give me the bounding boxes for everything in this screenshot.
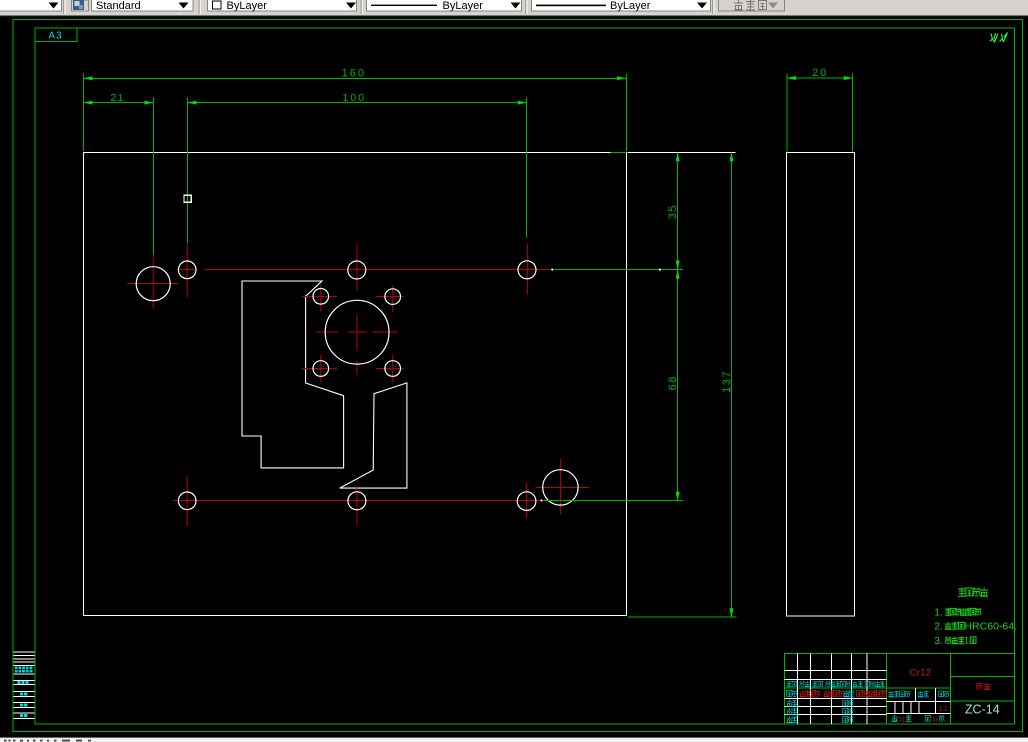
svg-text:35: 35 (667, 204, 679, 219)
svg-text:137: 137 (721, 370, 733, 393)
svg-text:20: 20 (812, 67, 828, 79)
svg-text:HRC60-64.: HRC60-64. (965, 621, 1018, 633)
svg-text:1: 1 (964, 636, 969, 646)
svg-text:ByLayer: ByLayer (443, 0, 484, 12)
svg-text:1:1: 1:1 (939, 706, 948, 713)
svg-text:ByLayer: ByLayer (610, 0, 651, 12)
svg-text:A3: A3 (48, 31, 62, 42)
svg-text:(1): (1) (897, 716, 905, 723)
svg-text:21: 21 (110, 92, 125, 104)
svg-text:Cr12: Cr12 (910, 667, 932, 678)
svg-text:1.: 1. (934, 608, 942, 619)
svg-text:Standard: Standard (96, 0, 141, 12)
svg-text:2.: 2. (934, 622, 942, 633)
svg-text:3.: 3. (934, 636, 942, 647)
svg-text:68: 68 (667, 375, 679, 390)
svg-text:ZC-14: ZC-14 (965, 702, 1000, 716)
svg-text:(1): (1) (930, 716, 938, 723)
svg-text:100: 100 (343, 92, 367, 104)
svg-text:ByLayer: ByLayer (227, 0, 268, 12)
svg-text:160: 160 (342, 68, 366, 80)
